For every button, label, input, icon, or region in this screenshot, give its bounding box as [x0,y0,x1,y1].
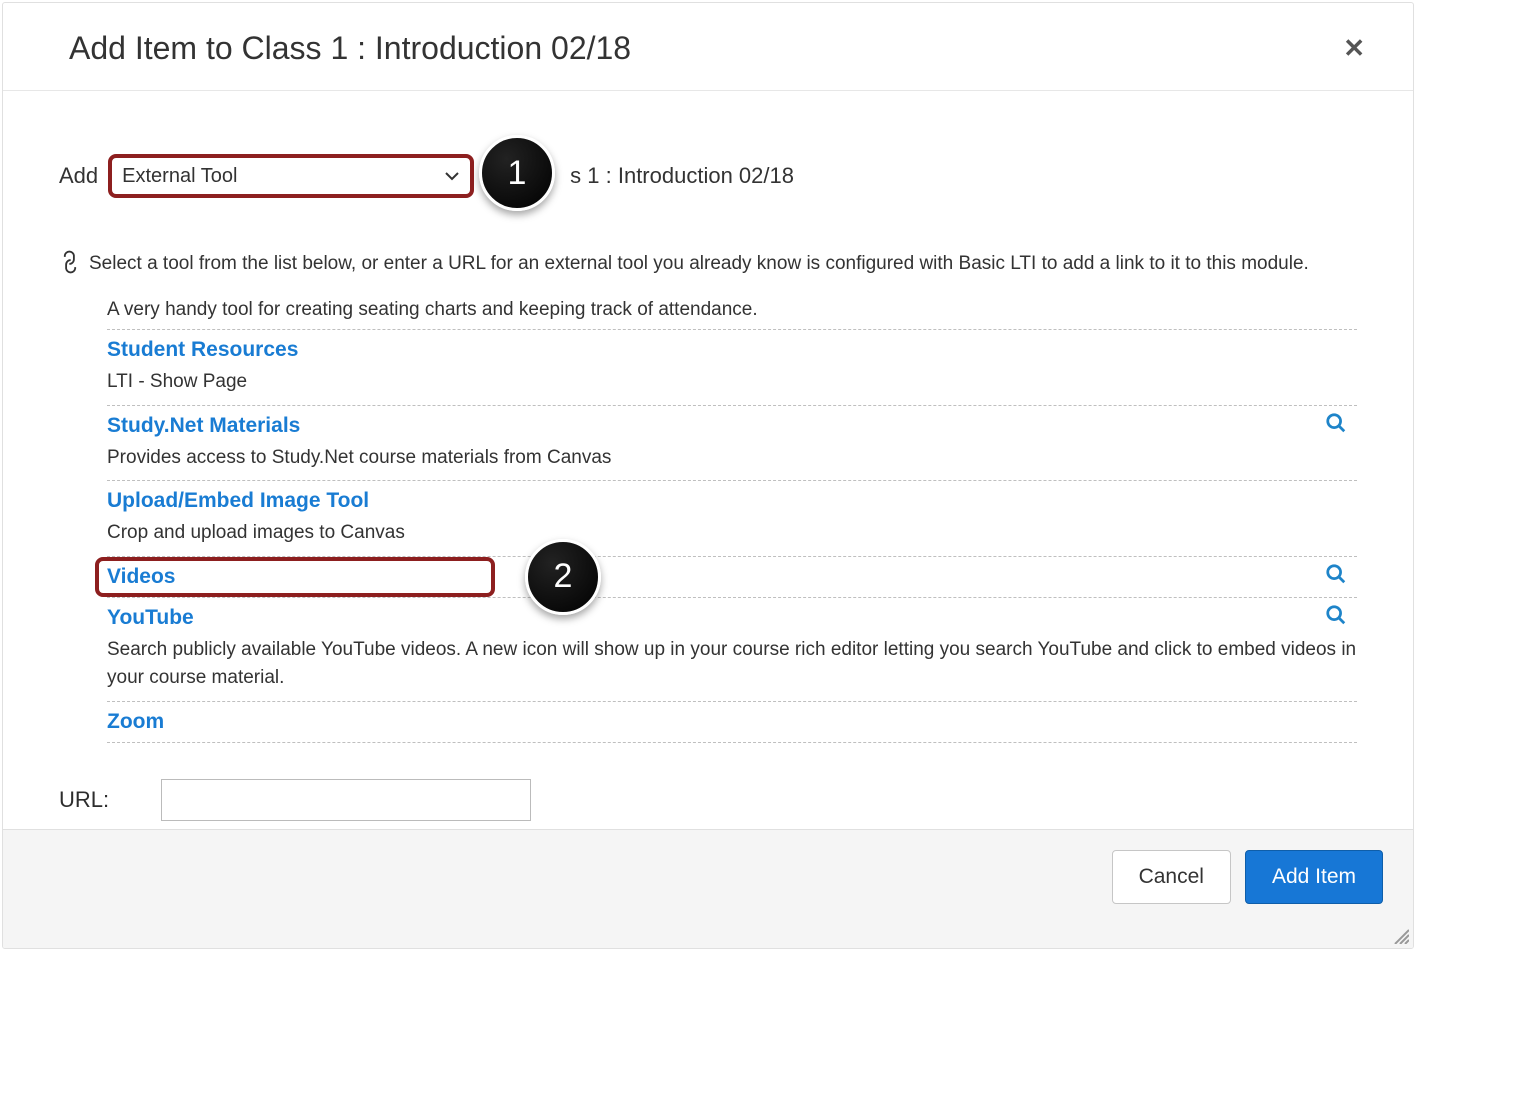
tool-row-zoom[interactable]: Zoom [107,701,1357,743]
callout-badge-1: 1 [479,135,555,211]
chevron-down-icon [444,168,460,184]
tool-link-videos[interactable]: Videos [107,565,175,589]
tool-link-upload-embed[interactable]: Upload/Embed Image Tool [107,489,1357,513]
instruction-row: Select a tool from the list below, or en… [59,249,1357,279]
tool-link-zoom[interactable]: Zoom [107,710,1357,734]
module-suffix-text: s 1 : Introduction 02/18 [570,163,794,189]
tool-link-youtube[interactable]: YouTube [107,606,1357,630]
modal-dialog: Add Item to Class 1 : Introduction 02/18… [2,2,1414,949]
tool-row-videos[interactable]: Videos 2 [107,556,1357,597]
search-icon[interactable] [1325,412,1347,434]
url-input[interactable] [161,779,531,821]
modal-title: Add Item to Class 1 : Introduction 02/18 [69,30,631,67]
tool-link-studynet[interactable]: Study.Net Materials [107,414,1357,438]
add-item-button[interactable]: Add Item [1245,850,1383,904]
tool-row-studynet[interactable]: Study.Net Materials Provides access to S… [107,405,1357,481]
tool-desc: Provides access to Study.Net course mate… [107,444,1357,473]
modal-footer: Cancel Add Item [3,829,1413,948]
tool-desc: Crop and upload images to Canvas [107,519,1357,548]
item-type-select[interactable]: External Tool [108,154,474,198]
tool-row-student-resources[interactable]: Student Resources LTI - Show Page [107,329,1357,405]
tool-link-student-resources[interactable]: Student Resources [107,338,1357,362]
tool-desc: LTI - Show Page [107,368,1357,397]
external-tools-list: A very handy tool for creating seating c… [107,297,1357,743]
tool-row-upload-embed[interactable]: Upload/Embed Image Tool Crop and upload … [107,480,1357,556]
callout-badge-2: 2 [525,539,601,615]
instruction-text: Select a tool from the list below, or en… [89,249,1309,279]
add-item-type-row: Add External Tool 1 s 1 : Introduction 0… [59,143,1357,209]
videos-highlight-box: Videos [95,557,495,597]
search-icon[interactable] [1325,604,1347,626]
item-type-select-value: External Tool [122,165,237,188]
tool-desc: Search publicly available YouTube videos… [107,636,1357,693]
tool-desc-prior: A very handy tool for creating seating c… [107,297,1357,329]
add-label: Add [59,163,98,189]
close-icon[interactable]: ✕ [1333,29,1375,68]
tool-row-youtube[interactable]: YouTube Search publicly available YouTub… [107,597,1357,701]
resize-grip-icon[interactable] [1391,926,1409,944]
modal-body: Add External Tool 1 s 1 : Introduction 0… [3,91,1413,821]
search-icon[interactable] [1325,563,1347,585]
cancel-button[interactable]: Cancel [1112,850,1231,904]
modal-header: Add Item to Class 1 : Introduction 02/18… [3,3,1413,91]
link-icon [54,246,85,277]
url-label: URL: [59,787,109,813]
url-row: URL: [59,743,1357,821]
